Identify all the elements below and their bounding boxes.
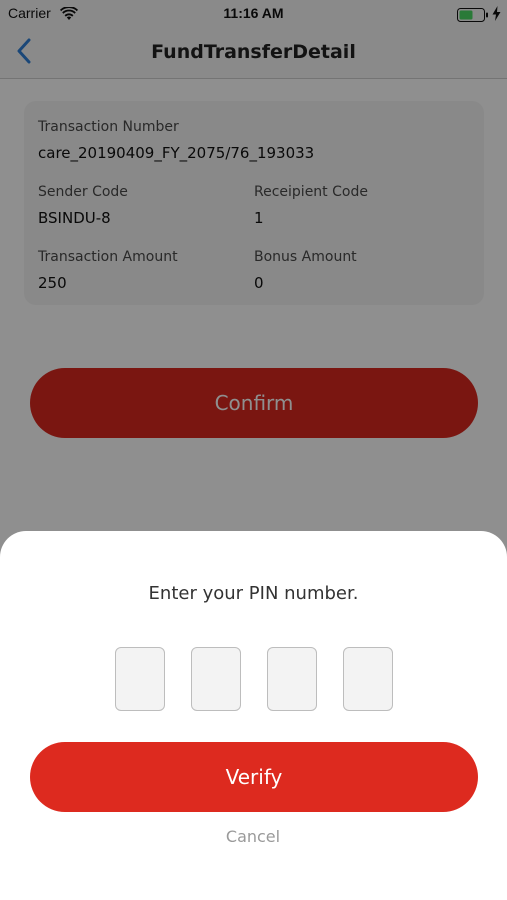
pin-entry-sheet: Enter your PIN number. Verify Cancel <box>0 531 507 900</box>
pin-prompt: Enter your PIN number. <box>148 583 359 604</box>
pin-digit-4[interactable] <box>343 647 393 711</box>
pin-digit-2[interactable] <box>191 647 241 711</box>
cancel-button[interactable]: Cancel <box>203 827 303 846</box>
pin-digit-1[interactable] <box>115 647 165 711</box>
pin-digit-3[interactable] <box>267 647 317 711</box>
verify-button[interactable]: Verify <box>30 742 478 812</box>
